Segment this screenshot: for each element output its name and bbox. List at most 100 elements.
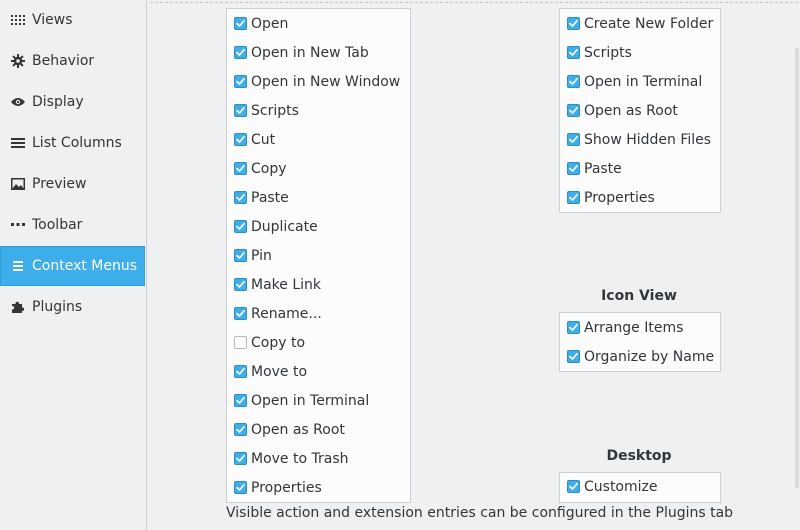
sidebar-item-display[interactable]: Display <box>0 82 145 122</box>
checkbox-row[interactable]: Move to Trash <box>227 445 410 474</box>
checkbox-row[interactable]: Show Hidden Files <box>560 126 720 155</box>
sidebar-item-label: List Columns <box>32 135 122 151</box>
checkbox-row[interactable]: Open in New Window <box>227 68 410 97</box>
checkbox-label: Open in New Window <box>251 74 401 90</box>
checkbox-label: Make Link <box>251 277 321 293</box>
checkbox[interactable] <box>567 104 580 117</box>
checkmark-icon <box>569 323 578 331</box>
checkbox[interactable] <box>234 394 247 407</box>
checkmark-icon <box>569 193 578 201</box>
gear-icon <box>10 54 26 68</box>
checkbox-row[interactable]: Open in New Tab <box>227 39 410 68</box>
checkbox-label: Rename... <box>251 306 322 322</box>
checkbox[interactable] <box>567 321 580 334</box>
checkbox-label: Move to Trash <box>251 451 349 467</box>
checkbox-row[interactable]: Arrange Items <box>560 314 720 343</box>
sidebar-item-label: Behavior <box>32 53 95 69</box>
checkbox-row[interactable]: Open in Terminal <box>560 68 720 97</box>
checkbox[interactable] <box>234 75 247 88</box>
checkbox-row[interactable]: Scripts <box>560 39 720 68</box>
checkbox-label: Open in Terminal <box>251 393 370 409</box>
checkbox-label: Arrange Items <box>584 320 684 336</box>
checkbox[interactable] <box>234 17 247 30</box>
checkbox[interactable] <box>234 133 247 146</box>
checkbox-label: Duplicate <box>251 219 318 235</box>
checkbox-row[interactable]: Properties <box>227 474 410 503</box>
file-context-menu-options: Open Open in New Tab Open in New Window Scr… <box>226 8 411 503</box>
checkbox-row[interactable]: Open as Root <box>560 97 720 126</box>
sidebar-item-plugins[interactable]: Plugins <box>0 287 145 327</box>
checkbox-row[interactable]: Rename... <box>227 300 410 329</box>
checkbox[interactable] <box>234 46 247 59</box>
checkbox-row[interactable]: Properties <box>560 184 720 213</box>
checkbox-row[interactable]: Make Link <box>227 271 410 300</box>
checkmark-icon <box>569 77 578 85</box>
checkbox[interactable] <box>567 191 580 204</box>
checkbox[interactable] <box>234 481 247 494</box>
checkbox[interactable] <box>567 46 580 59</box>
checkmark-icon <box>236 425 245 433</box>
checkmark-icon <box>569 482 578 490</box>
checkmark-icon <box>569 135 578 143</box>
checkbox[interactable] <box>567 350 580 363</box>
checkbox[interactable] <box>567 75 580 88</box>
checkbox[interactable] <box>234 104 247 117</box>
desktop-title: Desktop <box>606 448 672 464</box>
checkbox-row[interactable]: Create New Folder <box>560 10 720 39</box>
sidebar-item-label: Views <box>32 12 73 28</box>
checkbox[interactable] <box>567 480 580 493</box>
checkbox-label: Paste <box>584 161 622 177</box>
checkbox[interactable] <box>567 162 580 175</box>
checkmark-icon <box>236 48 245 56</box>
icon-view-options: Arrange Items Organize by Name <box>559 312 721 372</box>
checkbox-label: Open as Root <box>584 103 678 119</box>
checkbox-row[interactable]: Copy to <box>227 329 410 358</box>
checkbox[interactable] <box>234 452 247 465</box>
checkbox-label: Properties <box>251 480 322 496</box>
checkbox-label: Scripts <box>584 45 632 61</box>
checkmark-icon <box>569 48 578 56</box>
checkbox-row[interactable]: Open as Root <box>227 416 410 445</box>
sidebar-item-context-menus[interactable]: Context Menus <box>0 246 145 286</box>
checkbox-row[interactable]: Paste <box>227 184 410 213</box>
checkbox[interactable] <box>234 278 247 291</box>
eye-icon <box>10 95 26 109</box>
checkbox-label: Paste <box>251 190 289 206</box>
checkbox-row[interactable]: Pin <box>227 242 410 271</box>
checkbox[interactable] <box>234 249 247 262</box>
checkmark-icon <box>236 309 245 317</box>
sidebar-item-toolbar[interactable]: Toolbar <box>0 205 145 245</box>
checkbox-row[interactable]: Cut <box>227 126 410 155</box>
checkbox-row[interactable]: Duplicate <box>227 213 410 242</box>
checkbox-row[interactable]: Open <box>227 10 410 39</box>
checkbox[interactable] <box>567 133 580 146</box>
checkbox-row[interactable]: Paste <box>560 155 720 184</box>
checkbox[interactable] <box>234 162 247 175</box>
checkbox[interactable] <box>234 423 247 436</box>
sidebar-item-preview[interactable]: Preview <box>0 164 145 204</box>
checkbox-row[interactable]: Open in Terminal <box>227 387 410 416</box>
sidebar-item-label: Context Menus <box>32 258 138 274</box>
sidebar-item-behavior[interactable]: Behavior <box>0 41 145 81</box>
sidebar-item-views[interactable]: Views <box>0 0 145 40</box>
checkbox[interactable] <box>234 336 247 349</box>
checkbox-label: Create New Folder <box>584 16 714 32</box>
checkmark-icon <box>569 19 578 27</box>
checkbox[interactable] <box>567 17 580 30</box>
checkbox[interactable] <box>234 365 247 378</box>
image-icon <box>10 177 26 191</box>
checkbox-label: Properties <box>584 190 655 206</box>
checkmark-icon <box>236 77 245 85</box>
checkbox-row[interactable]: Organize by Name <box>560 343 720 372</box>
checkbox[interactable] <box>234 191 247 204</box>
checkbox-row[interactable]: Copy <box>227 155 410 184</box>
checkbox[interactable] <box>234 307 247 320</box>
sidebar-item-list-columns[interactable]: List Columns <box>0 123 145 163</box>
checkbox-row[interactable]: Scripts <box>227 97 410 126</box>
scrollbar[interactable] <box>795 48 799 488</box>
checkbox-row[interactable]: Move to <box>227 358 410 387</box>
checkmark-icon <box>569 164 578 172</box>
checkbox-label: Pin <box>251 248 272 264</box>
checkbox[interactable] <box>234 220 247 233</box>
checkbox-row[interactable]: Customize <box>560 473 720 502</box>
